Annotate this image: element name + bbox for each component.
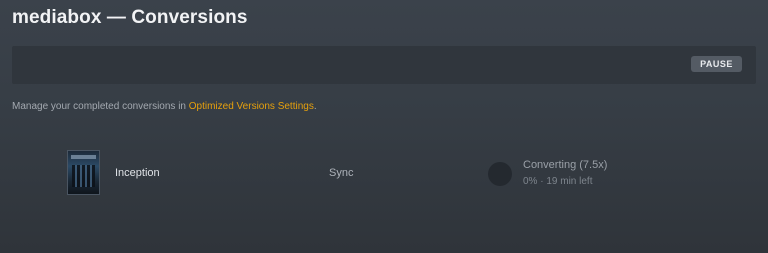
movie-poster-thumbnail xyxy=(67,150,100,195)
toolbar: PAUSE xyxy=(12,46,756,84)
optimized-versions-settings-link[interactable]: Optimized Versions Settings xyxy=(189,101,314,112)
conversion-row[interactable]: Inception Sync Converting (7.5x) 0% · 19… xyxy=(0,150,768,196)
conversion-title: Inception xyxy=(115,167,160,179)
conversion-target: Sync xyxy=(329,167,354,179)
poster-figures xyxy=(72,165,95,187)
info-text: Manage your completed conversions in Opt… xyxy=(12,101,317,112)
pause-button[interactable]: PAUSE xyxy=(691,56,742,72)
conversion-status: Converting (7.5x) xyxy=(523,159,608,171)
poster-title-band xyxy=(71,155,96,159)
info-text-suffix: . xyxy=(313,101,317,112)
page-title: mediabox — Conversions xyxy=(12,7,248,28)
progress-ring-icon xyxy=(488,162,512,186)
info-text-prefix: Manage your completed conversions in xyxy=(12,101,189,112)
conversion-progress-text: 0% · 19 min left xyxy=(523,176,593,187)
